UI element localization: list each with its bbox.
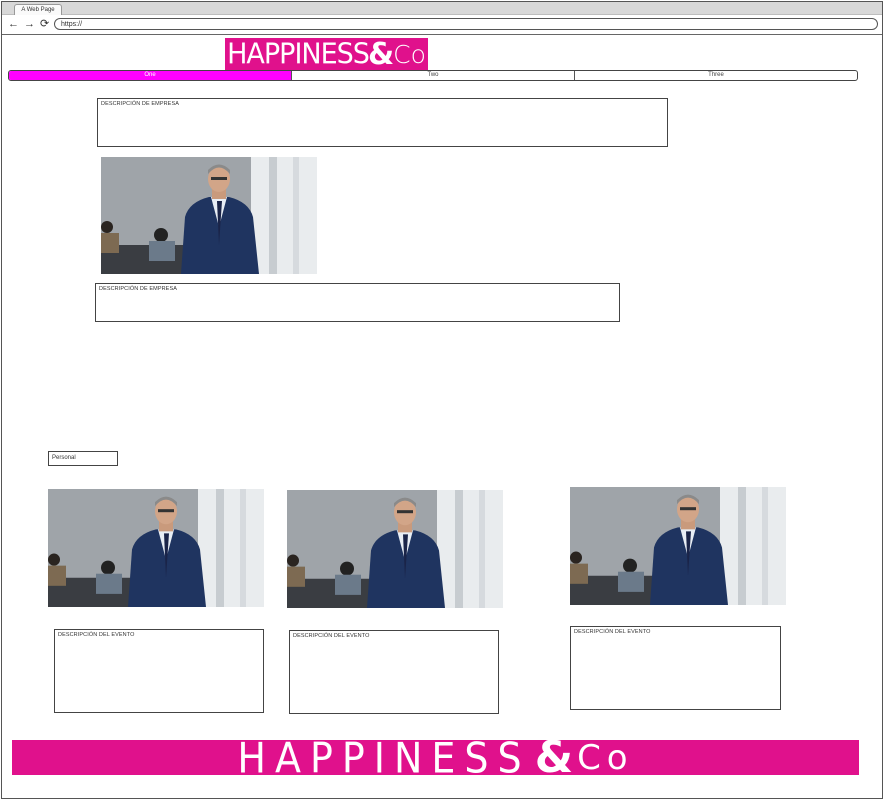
businessman-image — [48, 489, 264, 607]
event-photo-1 — [48, 489, 264, 607]
nav-item-three[interactable]: Three — [574, 71, 857, 80]
header-logo[interactable]: HAPPINESS & Co — [225, 38, 428, 71]
businessman-image — [570, 487, 786, 605]
company-description-2: DESCRIPCIÓN DE EMPRESA — [95, 283, 620, 322]
event-description-3: DESCRIPCIÓN DEL EVENTO — [570, 626, 781, 710]
nav-item-two[interactable]: Two — [291, 71, 574, 80]
browser-tab[interactable]: A Web Page — [14, 4, 62, 15]
forward-icon[interactable]: → — [24, 17, 35, 31]
footer-logo-ampersand: & — [534, 740, 574, 775]
back-icon[interactable]: ← — [8, 17, 19, 31]
event-description-1: DESCRIPCIÓN DEL EVENTO — [54, 629, 264, 713]
browser-titlebar: A Web Page — [2, 2, 882, 15]
footer-logo-co: Co — [577, 740, 634, 775]
businessman-image — [287, 490, 503, 608]
logo-co: Co — [393, 40, 426, 69]
businessman-image — [101, 157, 317, 274]
browser-toolbar: ← → ⟳ https:// — [2, 15, 882, 35]
logo-word: HAPPINESS — [227, 38, 370, 71]
event-description-2: DESCRIPCIÓN DEL EVENTO — [289, 630, 499, 714]
nav-item-one[interactable]: One — [9, 71, 291, 80]
company-photo — [101, 157, 317, 274]
footer-logo: HAPPINESS & Co — [12, 740, 859, 775]
footer-logo-word: HAPPINESS — [237, 740, 531, 775]
url-input[interactable]: https:// — [54, 18, 878, 30]
event-photo-2 — [287, 490, 503, 608]
reload-icon[interactable]: ⟳ — [40, 17, 49, 31]
company-description-1: DESCRIPCIÓN DE EMPRESA — [97, 98, 668, 147]
personal-button[interactable]: Personal — [48, 451, 118, 466]
main-nav: One Two Three — [8, 70, 858, 81]
logo-ampersand: & — [367, 38, 395, 71]
event-photo-3 — [570, 487, 786, 605]
